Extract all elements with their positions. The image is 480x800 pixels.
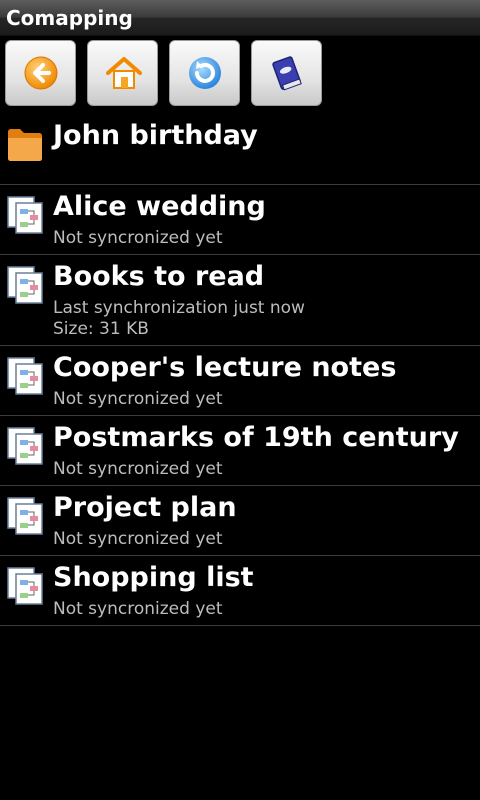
sync-status: Not syncronized yet: [53, 459, 223, 479]
book-button[interactable]: [251, 40, 322, 106]
item-name: Books to read: [53, 261, 265, 292]
title-bar: Comapping: [0, 0, 480, 36]
map-document-icon: [7, 357, 43, 395]
back-button[interactable]: [5, 40, 76, 106]
map-document-icon: [7, 567, 43, 605]
map-list: John birthday Alice wedding Not syncroni…: [0, 114, 480, 626]
folder-item[interactable]: John birthday: [0, 114, 480, 185]
list-item[interactable]: Project plan Not syncronized yet: [0, 486, 480, 556]
file-size: Size: 31 KB: [53, 319, 149, 339]
folder-icon: [8, 129, 42, 161]
list-item[interactable]: Books to read Last synchronization just …: [0, 255, 480, 346]
sync-status: Not syncronized yet: [53, 529, 223, 549]
list-item[interactable]: Postmarks of 19th century Not syncronize…: [0, 416, 480, 486]
list-item[interactable]: Shopping list Not syncronized yet: [0, 556, 480, 626]
sync-status: Not syncronized yet: [53, 389, 223, 409]
item-name: Project plan: [53, 492, 237, 523]
back-arrow-icon: [24, 56, 58, 90]
app-title: Comapping: [6, 6, 133, 30]
item-name: Postmarks of 19th century: [53, 422, 459, 453]
list-item[interactable]: Alice wedding Not syncronized yet: [0, 185, 480, 255]
item-name: Cooper's lecture notes: [53, 352, 397, 383]
map-document-icon: [7, 266, 43, 304]
book-icon: [272, 56, 302, 91]
map-document-icon: [7, 196, 43, 234]
map-document-icon: [7, 427, 43, 465]
refresh-button[interactable]: [169, 40, 240, 106]
toolbar: [0, 36, 480, 110]
item-name: John birthday: [53, 120, 258, 151]
list-item[interactable]: Cooper's lecture notes Not syncronized y…: [0, 346, 480, 416]
item-name: Shopping list: [53, 562, 254, 593]
home-button[interactable]: [87, 40, 158, 106]
sync-status: Last synchronization just now: [53, 298, 305, 318]
refresh-icon: [189, 57, 221, 89]
home-icon: [106, 57, 142, 89]
item-name: Alice wedding: [53, 191, 266, 222]
sync-status: Not syncronized yet: [53, 599, 223, 619]
sync-status: Not syncronized yet: [53, 228, 223, 248]
map-document-icon: [7, 497, 43, 535]
